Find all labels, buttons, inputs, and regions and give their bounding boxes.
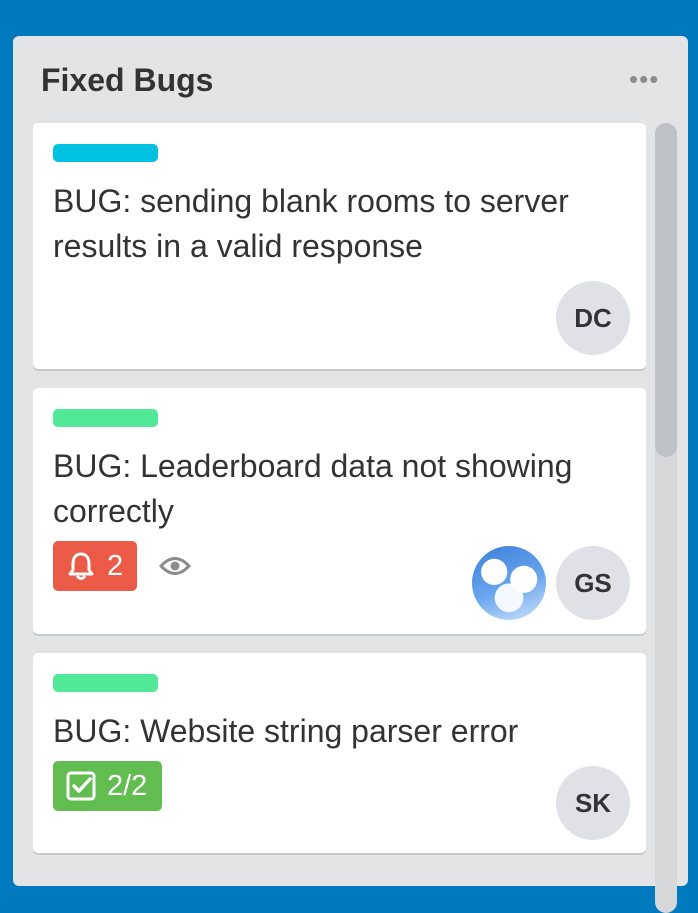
card-3[interactable]: BUG: Website string parser error 2/2 SK [33,653,646,853]
member-avatar[interactable]: SK [556,766,630,840]
card-label[interactable] [53,674,158,692]
card-label[interactable] [53,144,158,162]
card-2[interactable]: BUG: Leaderboard data not showing correc… [33,388,646,634]
checklist-count: 2/2 [107,769,148,802]
card-title: BUG: sending blank rooms to server resul… [53,183,569,264]
checklist-badge[interactable]: 2/2 [53,761,162,811]
notification-count: 2 [107,549,124,582]
scrollbar-track[interactable] [655,123,677,913]
member-avatar[interactable]: DC [556,281,630,355]
notification-badge[interactable]: 2 [53,541,137,591]
bell-icon [67,551,95,581]
card-1[interactable]: BUG: sending blank rooms to server resul… [33,123,646,369]
member-avatar[interactable]: GS [556,546,630,620]
list-fixed-bugs: Fixed Bugs ••• BUG: sending blank rooms … [13,36,688,913]
more-horizontal-icon[interactable]: ••• [629,64,659,95]
member-avatar-photo[interactable] [472,546,546,620]
list-title[interactable]: Fixed Bugs [41,62,213,99]
card-title: BUG: Website string parser error [53,713,519,749]
checklist-icon [65,770,97,802]
eye-icon [158,555,192,582]
card-label[interactable] [53,409,158,427]
scrollbar-thumb[interactable] [655,123,677,457]
card-title: BUG: Leaderboard data not showing correc… [53,448,573,529]
